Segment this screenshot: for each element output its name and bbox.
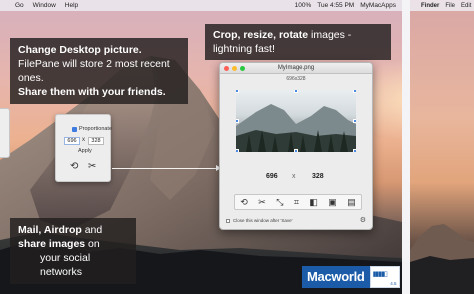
side-menu-file[interactable]: File (445, 3, 455, 9)
frame-icon[interactable]: ▣ (328, 197, 337, 208)
caption-desktop-line2: FilePane will store 2 most recent ones. (18, 58, 170, 84)
main-screen: Go Window Help 100% Tue 4:55 PM MyMacApp… (0, 0, 402, 294)
times-sign: x (82, 137, 85, 143)
image-height-field[interactable]: 328 (312, 173, 324, 180)
close-after-save-label: Close this window after 'Save' (233, 218, 293, 223)
filepane-edge-tab[interactable] (0, 108, 10, 158)
close-window-icon[interactable] (224, 66, 229, 71)
scissors-icon[interactable]: ✂ (258, 197, 266, 208)
minimize-window-icon[interactable] (232, 66, 237, 71)
screen-divider (402, 0, 410, 294)
caption-desktop-line1: Change Desktop picture. (18, 44, 142, 56)
image-preview-landscape (236, 104, 356, 152)
menubar: Go Window Help 100% Tue 4:55 PM MyMacApp… (0, 0, 402, 11)
side-wallpaper-mountain (410, 224, 474, 294)
proportionate-label: Proportionate (79, 126, 113, 132)
caption-crop-bold: Crop, resize, rotate (213, 29, 309, 41)
side-menu-finder[interactable]: Finder (421, 3, 439, 9)
macworld-logo: Macworld (302, 266, 370, 288)
image-preview[interactable] (236, 90, 356, 152)
caption-mail-line1-bold: Mail, Airdrop (18, 224, 82, 236)
crop-handle[interactable] (353, 119, 356, 123)
clock[interactable]: Tue 4:55 PM (317, 2, 354, 9)
caption-desktop-line3: Share them with your friends. (18, 86, 166, 98)
menu-go[interactable]: Go (15, 2, 24, 9)
caption-mail-line2-bold: share images (18, 238, 86, 250)
image-dimensions: 696x328 (286, 76, 306, 82)
caption-mail: Mail, Airdrop and share images on your s… (10, 218, 136, 284)
crop-handle[interactable] (236, 90, 239, 93)
height-field[interactable]: 328 (88, 137, 104, 145)
caption-mail-line1-rest: and (81, 224, 103, 236)
caption-mail-line3: your social networks (40, 252, 91, 278)
gear-icon[interactable]: ⚙ (360, 216, 366, 224)
rating-score: 4.5 (390, 281, 397, 286)
rating-mice-icon: ▮▮▮▮▯ (372, 271, 388, 278)
width-field[interactable]: 696 (64, 137, 80, 145)
caption-mail-line2-rest: on (85, 238, 100, 250)
times-sign: x (292, 173, 296, 180)
close-after-save-option[interactable]: Close this window after 'Save' (226, 218, 293, 223)
scale-icon[interactable]: ⤡ (276, 197, 283, 208)
image-toolbar: ⟲ ✂ ⤡ ⌗ ◧ ▣ ▤ (234, 194, 362, 210)
proportionate-checkbox[interactable] (72, 126, 77, 132)
side-menubar: Finder File Edit (410, 0, 474, 11)
macworld-rating: ▮▮▮▮▯ 4.5 (369, 266, 400, 288)
menu-window[interactable]: Window (33, 2, 56, 9)
image-width-field[interactable]: 696 (266, 173, 278, 180)
user-menu[interactable]: MyMacApps (360, 2, 396, 9)
image-window-title: MyImage.png (277, 65, 315, 71)
side-menu-edit[interactable]: Edit (461, 3, 471, 9)
save-icon[interactable]: ▤ (347, 197, 356, 208)
crop-handle[interactable] (353, 90, 356, 93)
rotate-icon[interactable]: ⟲ (240, 197, 248, 208)
apply-button[interactable]: Apply (78, 148, 92, 154)
crop-handle[interactable] (294, 149, 298, 152)
resize-panel: Proportionate 696 x 328 Apply ⟲ ✂ (55, 114, 112, 182)
close-after-save-checkbox[interactable] (226, 218, 230, 223)
macworld-badge: Macworld ▮▮▮▮▯ 4.5 (302, 266, 400, 288)
side-screen: Finder File Edit (410, 0, 474, 294)
crop-handle[interactable] (294, 90, 298, 93)
image-window-titlebar[interactable]: MyImage.png (220, 63, 372, 74)
crop-handle[interactable] (236, 149, 239, 152)
pointer-line (112, 168, 218, 169)
image-window: MyImage.png 696x328 696 x 328 ⟲ ✂ ⤡ ⌗ ◧ … (219, 62, 373, 230)
zoom-window-icon[interactable] (240, 66, 245, 71)
crop-handle[interactable] (353, 149, 356, 152)
caption-desktop: Change Desktop picture. FilePane will st… (10, 38, 188, 104)
grayscale-icon[interactable]: ◧ (309, 197, 318, 208)
scissors-icon[interactable]: ✂ (88, 161, 96, 172)
menu-help[interactable]: Help (65, 2, 78, 9)
crop-icon[interactable]: ⌗ (294, 197, 299, 208)
proportionate-row[interactable]: Proportionate (72, 126, 112, 132)
crop-handle[interactable] (236, 119, 239, 123)
caption-crop: Crop, resize, rotate images - lightning … (205, 24, 391, 60)
battery-percent[interactable]: 100% (295, 2, 312, 9)
rotate-icon[interactable]: ⟲ (70, 161, 78, 172)
